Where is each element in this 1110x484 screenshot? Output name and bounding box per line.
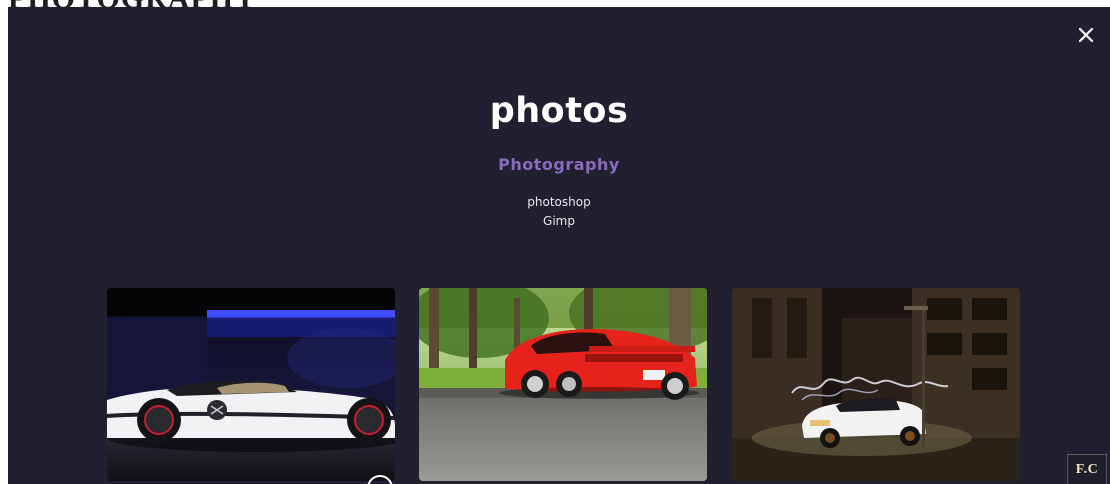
project-modal: photos Photography photoshop Gimp (8, 7, 1110, 484)
tool-item: photoshop (527, 195, 591, 209)
modal-title: photos (489, 91, 629, 131)
tool-item: Gimp (543, 214, 575, 228)
modal-category: Photography (498, 155, 620, 174)
race-car-image (107, 288, 395, 481)
photo-thumbnail-red-car[interactable] (419, 288, 707, 481)
photo-thumbnail-night-car[interactable] (732, 288, 1020, 481)
night-car-image (732, 288, 1020, 481)
close-icon (1078, 27, 1094, 43)
tools-list: photoshop Gimp (8, 193, 1110, 231)
logo[interactable]: F.C (1067, 454, 1107, 484)
photo-thumbnail-race-car[interactable] (107, 288, 395, 481)
red-car-image (419, 288, 707, 481)
close-button[interactable] (1074, 23, 1098, 47)
